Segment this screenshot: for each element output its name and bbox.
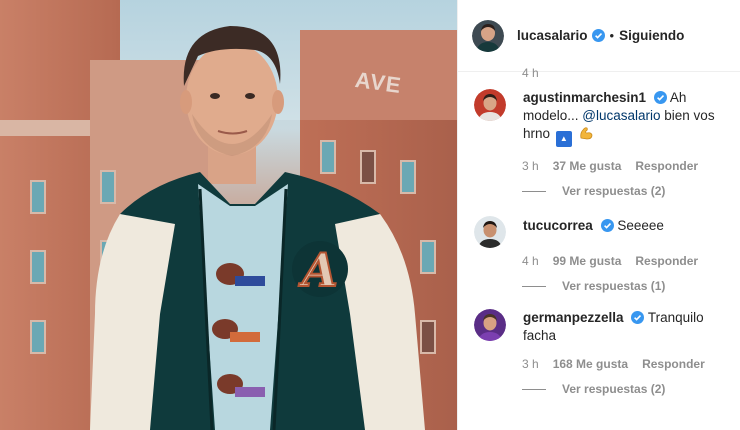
comment-text: tucucorrea Seeeee xyxy=(523,216,738,248)
verified-badge-icon xyxy=(631,311,645,324)
verified-badge-icon xyxy=(653,91,667,104)
comment-item: agustinmarchesin1 Ah modelo... @lucasala… xyxy=(458,89,740,198)
building-window xyxy=(30,180,46,214)
separator-dot: • xyxy=(609,28,615,43)
verified-badge-icon xyxy=(591,29,605,42)
replies-divider xyxy=(522,388,546,390)
verified-badge-icon xyxy=(600,219,614,232)
comment-item: tucucorrea Seeeee 4 h 99 Me gusta Respon… xyxy=(458,216,740,293)
building-window xyxy=(30,320,46,354)
comment-time[interactable]: 4 h xyxy=(522,254,539,268)
truncated-timestamp: 4 h xyxy=(522,66,539,80)
svg-text:A: A xyxy=(298,243,338,297)
view-replies-button[interactable]: Ver respuestas (2) xyxy=(522,184,740,198)
replies-divider xyxy=(522,190,546,192)
view-replies-label: Ver respuestas (1) xyxy=(562,279,666,293)
comments-panel: lucasalario • Siguiendo 4 h agustinmarch… xyxy=(457,0,740,430)
comment-content: Seeeee xyxy=(617,218,664,233)
flag-icon: ▲ xyxy=(555,131,572,147)
comment-username[interactable]: agustinmarchesin1 xyxy=(523,90,646,105)
view-replies-label: Ver respuestas (2) xyxy=(562,382,666,396)
flexed-biceps-icon xyxy=(579,127,592,140)
post-photo[interactable]: AVE A xyxy=(0,0,457,430)
comment-likes[interactable]: 168 Me gusta xyxy=(553,357,628,371)
comment-text: agustinmarchesin1 Ah modelo... @lucasala… xyxy=(523,89,738,147)
view-replies-button[interactable]: Ver respuestas (1) xyxy=(522,279,740,293)
post-username[interactable]: lucasalario xyxy=(517,28,588,43)
comment-text: germanpezzella Tranquilo facha xyxy=(523,309,738,345)
comment-meta: 3 h 37 Me gusta Responder xyxy=(522,159,740,173)
person-figure: A xyxy=(90,26,425,430)
avatar[interactable] xyxy=(474,309,506,341)
reply-button[interactable]: Responder xyxy=(635,254,698,268)
following-button[interactable]: Siguiendo xyxy=(619,28,684,43)
comment-meta: 3 h 168 Me gusta Responder xyxy=(522,357,740,371)
avatar[interactable] xyxy=(474,89,506,121)
comment-item: germanpezzella Tranquilo facha 3 h 168 M… xyxy=(458,309,740,396)
avatar[interactable] xyxy=(472,19,504,52)
reply-button[interactable]: Responder xyxy=(642,357,705,371)
comment-username[interactable]: germanpezzella xyxy=(523,310,624,325)
comment-likes[interactable]: 99 Me gusta xyxy=(553,254,622,268)
mention-link[interactable]: @lucasalario xyxy=(582,108,660,123)
replies-divider xyxy=(522,285,546,287)
comment-meta: 4 h 99 Me gusta Responder xyxy=(522,254,740,268)
comment-time[interactable]: 3 h xyxy=(522,159,539,173)
comment-username[interactable]: tucucorrea xyxy=(523,218,593,233)
reply-button[interactable]: Responder xyxy=(635,159,698,173)
avatar[interactable] xyxy=(474,216,506,248)
post-header: lucasalario • Siguiendo xyxy=(458,0,740,72)
view-replies-button[interactable]: Ver respuestas (2) xyxy=(522,382,740,396)
building-window xyxy=(30,250,46,284)
comment-time[interactable]: 3 h xyxy=(522,357,539,371)
view-replies-label: Ver respuestas (2) xyxy=(562,184,666,198)
comment-likes[interactable]: 37 Me gusta xyxy=(553,159,622,173)
